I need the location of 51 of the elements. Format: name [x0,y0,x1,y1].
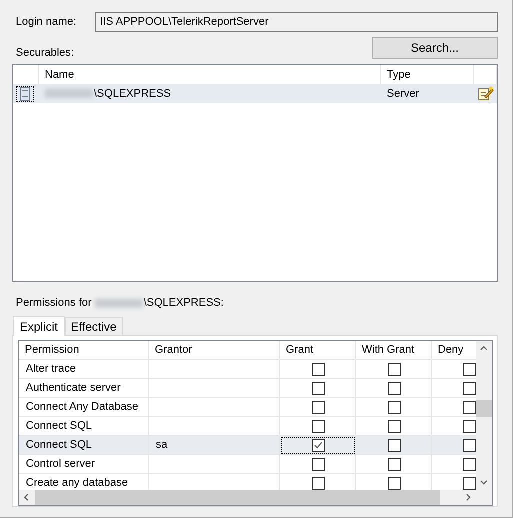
checkbox[interactable] [312,400,325,414]
checkbox[interactable] [388,438,401,452]
permission-cell: Alter trace [19,360,149,379]
checkbox[interactable] [312,362,325,376]
redacted-text [94,298,143,308]
permission-row[interactable]: Alter trace [19,360,476,379]
checkbox[interactable] [463,382,476,394]
edit-icon[interactable] [478,86,494,101]
column-header[interactable]: Permission [19,341,149,360]
redacted-text [45,89,93,98]
checkbox[interactable] [388,476,401,490]
checkbox[interactable] [388,382,401,394]
checkbox[interactable] [312,382,325,394]
permission-row[interactable]: Connect SQL sa [19,436,476,455]
checkbox[interactable] [312,420,325,432]
checkbox[interactable] [388,400,401,414]
login-name-label: Login name: [16,16,78,28]
permissions-label: Permissions for [16,297,93,309]
checkbox[interactable] [312,476,325,490]
checkbox[interactable] [388,458,401,470]
permission-cell: Control server [19,455,149,474]
checkbox[interactable] [463,400,476,414]
checkbox[interactable] [463,438,476,452]
checkbox[interactable] [312,458,325,470]
permissions-label: \SQLEXPRESS: [144,297,224,309]
securable-name: \SQLEXPRESS [94,88,172,100]
grantor-cell: sa [156,439,168,451]
checkbox[interactable] [312,438,325,452]
column-header[interactable]: Grantor [149,341,280,360]
checkbox[interactable] [463,362,476,376]
permission-cell: Connect Any Database [19,398,149,417]
securables-label: Securables: [16,47,74,59]
securable-type: Server [386,88,420,100]
permission-row[interactable]: Control server [19,455,476,474]
tab[interactable]: Effective [65,317,123,335]
column-header[interactable]: With Grant [356,341,432,360]
tab[interactable]: Explicit [13,316,66,336]
permission-row[interactable]: Authenticate server [19,379,476,398]
checkbox[interactable] [388,420,401,432]
checkbox[interactable] [388,362,401,376]
permission-row[interactable]: Connect Any Database [19,398,476,417]
checkbox[interactable] [463,476,476,490]
permission-cell: Connect SQL [19,436,149,455]
search-button[interactable]: Search... [372,37,498,59]
securable-row[interactable]: \SQLEXPRESS Server [13,84,497,103]
server-icon [20,86,30,100]
column-header[interactable]: Grant [280,341,356,360]
login-name-field[interactable]: IIS APPPOOL\TelerikReportServer [95,12,498,32]
permission-cell: Authenticate server [19,379,149,398]
checkbox[interactable] [463,458,476,470]
checkbox[interactable] [463,420,476,432]
